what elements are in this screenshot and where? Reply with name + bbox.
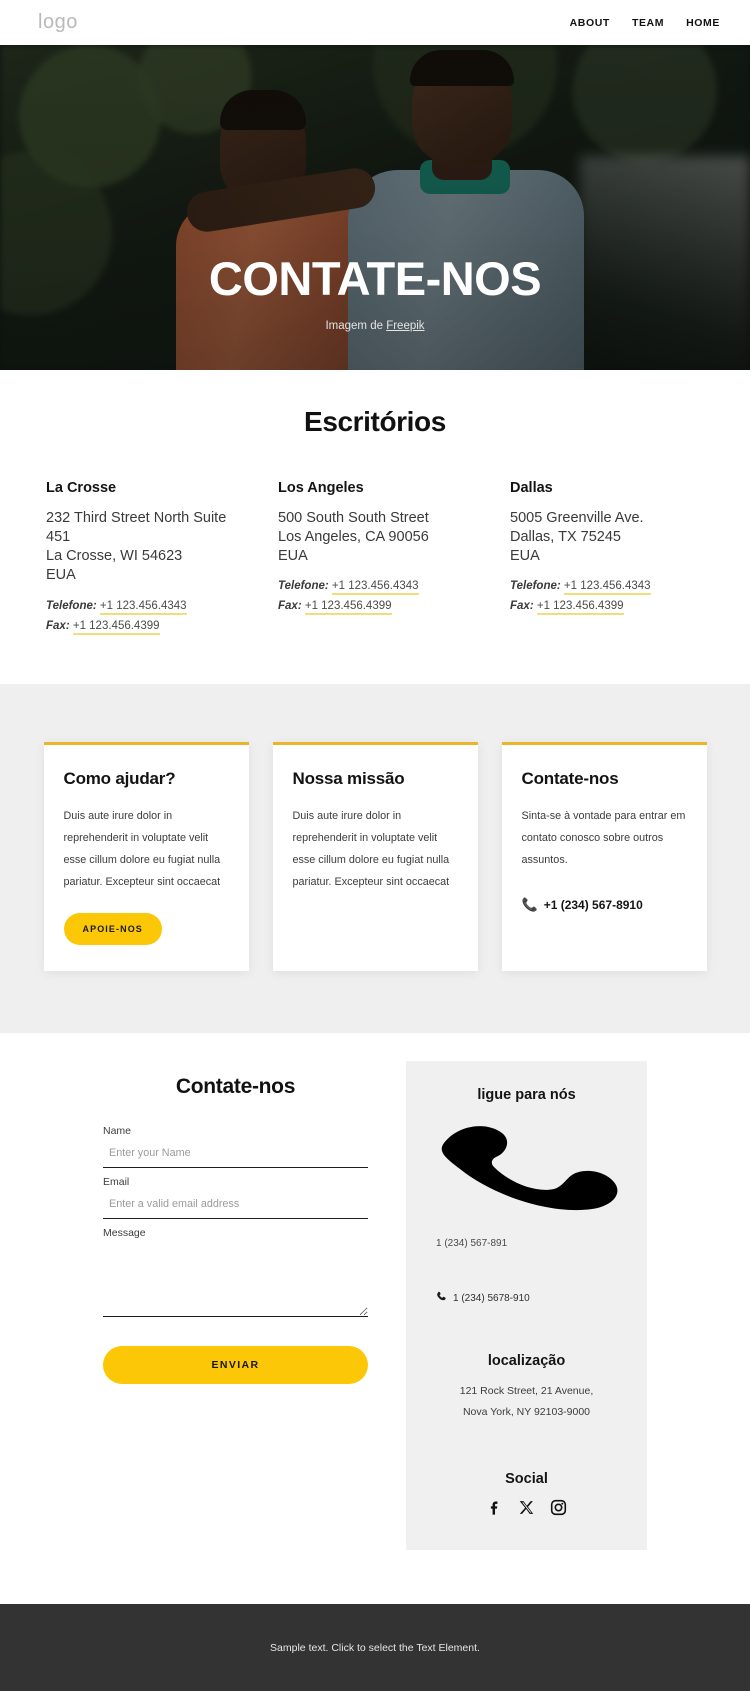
info-cards-section: Como ajudar? Duis aute irure dolor in re… [0,683,750,1033]
panel-phone-secondary-row[interactable]: 1 (234) 5678-910 [436,1291,627,1305]
hero-credit-prefix: Imagem de [325,320,387,332]
phone-handset-icon [426,1109,627,1224]
enviar-button[interactable]: ENVIAR [103,1346,368,1384]
logo[interactable]: logo [38,11,78,34]
card-como-ajudar: Como ajudar? Duis aute irure dolor in re… [43,741,249,971]
x-twitter-icon[interactable] [518,1499,535,1516]
card-text: Sinta-se à vontade para entrar em contat… [521,809,686,866]
name-label: Name [103,1125,132,1137]
office-fax-link[interactable]: +1 123.456.4399 [72,619,160,635]
panel-phone-secondary: 1 (234) 5678-910 [453,1292,530,1304]
social-links [426,1499,627,1516]
card-nossa-missao: Nossa missão Duis aute irure dolor in re… [272,741,478,971]
phone-icon [436,1291,447,1305]
hero-title: CONTATE-NOS [208,252,542,305]
footer-text[interactable]: Sample text. Click to select the Text El… [270,1642,480,1654]
office-phone-line: Telefone: +1 123.456.4343 [278,580,472,596]
location-title: localização [487,1353,566,1369]
office-fax-line: Fax: +1 123.456.4399 [510,600,704,616]
office-city: Dallas [510,480,553,496]
facebook-icon[interactable] [486,1499,503,1516]
office-la-crosse: La Crosse 232 Third Street North Suite 4… [46,480,240,640]
office-address: 232 Third Street North Suite 451 La Cross… [46,510,227,584]
apoie-nos-button[interactable]: APOIE-NOS [63,913,162,945]
location-line-1: 121 Rock Street, 21 Avenue, [459,1385,594,1397]
card-phone-row[interactable]: 📞 +1 (234) 567-8910 [522,897,687,913]
phone-label: Telefone: [278,580,329,593]
field-name: Name [103,1125,368,1168]
offices-title: Escritórios [304,406,446,437]
contact-side-panel: ligue para nós 1 (234) 567-891 1 (234) 5… [406,1061,647,1550]
office-los-angeles: Los Angeles 500 South South Street Los An… [278,480,472,640]
card-phone-number: +1 (234) 567-8910 [543,897,643,912]
office-address: 5005 Greenville Ave. Dallas, TX 75245 EUA [510,510,644,565]
panel-phone-primary[interactable]: 1 (234) 567-891 [436,1238,627,1249]
message-label: Message [103,1227,146,1239]
info-cards: Como ajudar? Duis aute irure dolor in re… [0,741,750,971]
site-footer: Sample text. Click to select the Text El… [0,1604,750,1691]
card-contate-nos: Contate-nos Sinta-se à vontade para entr… [501,741,707,971]
office-fax-line: Fax: +1 123.456.4399 [278,600,472,616]
call-us-title: ligue para nós [477,1087,576,1103]
office-fax-line: Fax: +1 123.456.4399 [46,619,240,635]
contact-form: Contate-nos Name Email Message ENVIAR [103,1061,368,1384]
social-block: Social [426,1471,627,1516]
message-textarea[interactable] [103,1245,368,1317]
fax-label: Fax: [46,619,70,632]
office-phone-line: Telefone: +1 123.456.4343 [46,599,240,615]
email-input[interactable] [103,1194,368,1219]
nav-item-about[interactable]: ABOUT [570,17,610,29]
fax-label: Fax: [510,600,534,613]
name-input[interactable] [103,1143,368,1168]
card-title: Contate-nos [521,768,619,788]
instagram-icon[interactable] [550,1499,567,1516]
phone-label: Telefone: [510,580,561,593]
freepik-link[interactable]: Freepik [386,320,424,332]
offices-list: La Crosse 232 Third Street North Suite 4… [0,480,750,640]
card-text: Duis aute irure dolor in reprehenderit i… [292,809,450,888]
card-text: Duis aute irure dolor in reprehenderit i… [63,809,221,888]
field-email: Email [103,1176,368,1219]
email-label: Email [103,1176,130,1188]
nav-item-home[interactable]: HOME [686,17,720,29]
contact-section: Contate-nos Name Email Message ENVIAR li… [0,1033,750,1604]
phone-label: Telefone: [46,599,97,612]
office-phone-link[interactable]: +1 123.456.4343 [563,580,651,596]
main-nav: ABOUT TEAM HOME [570,17,720,29]
field-message: Message [103,1227,368,1322]
social-title: Social [505,1471,548,1487]
office-phone-link[interactable]: +1 123.456.4343 [99,599,187,615]
office-dallas: Dallas 5005 Greenville Ave. Dallas, TX 75… [510,480,704,640]
office-phone-link[interactable]: +1 123.456.4343 [331,580,419,596]
offices-section: Escritórios La Crosse 232 Third Street N… [0,370,750,684]
office-fax-link[interactable]: +1 123.456.4399 [304,600,392,616]
site-header: logo ABOUT TEAM HOME [0,0,750,45]
location-block: localização 121 Rock Street, 21 Avenue, … [426,1353,627,1423]
contact-form-title: Contate-nos [175,1075,296,1098]
card-title: Nossa missão [292,768,405,788]
office-fax-link[interactable]: +1 123.456.4399 [536,600,624,616]
office-city: Los Angeles [278,480,364,496]
location-line-2: Nova York, NY 92103-9000 [462,1406,591,1418]
office-phone-line: Telefone: +1 123.456.4343 [510,580,704,596]
hero-banner: CONTATE-NOS Imagem de Freepik [0,45,750,370]
nav-item-team[interactable]: TEAM [632,17,664,29]
fax-label: Fax: [278,600,302,613]
phone-icon: 📞 [521,896,538,912]
office-city: La Crosse [46,480,117,496]
card-title: Como ajudar? [63,768,176,788]
hero-image-credit: Imagem de Freepik [0,320,750,332]
hero-content: CONTATE-NOS Imagem de Freepik [0,255,750,332]
office-address: 500 South South Street Los Angeles, CA 90… [278,510,429,565]
